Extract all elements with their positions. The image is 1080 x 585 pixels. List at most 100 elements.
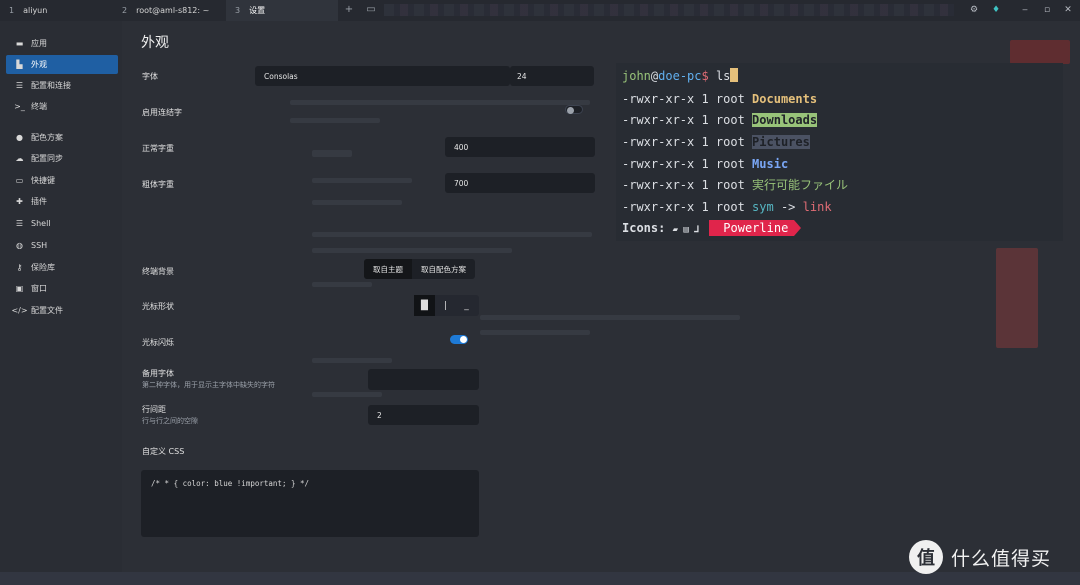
- page-title: 外观: [141, 35, 169, 51]
- powerline-segment: Powerline: [709, 220, 802, 236]
- cursor-beam-option[interactable]: |: [435, 295, 456, 316]
- powerline-label: Powerline: [709, 220, 795, 236]
- color-icon: ●: [16, 133, 23, 142]
- cursor-blink-toggle[interactable]: [450, 335, 468, 344]
- terminal-perm: -rwxr-xr-x 1 root: [622, 178, 753, 192]
- terminal-command: ls: [708, 69, 731, 83]
- ligatures-toggle[interactable]: [565, 105, 583, 114]
- terminal-prompt-symbol: $: [701, 69, 709, 83]
- font-family-input[interactable]: Consolas: [255, 66, 510, 86]
- globe-icon: ◍: [16, 241, 23, 250]
- terminal-prompt-line: john@doe-pc$ ls: [622, 68, 739, 84]
- tab-label: 设置: [249, 6, 266, 15]
- tab-number: 3: [235, 6, 241, 15]
- sidebar-item-label: Shell: [31, 219, 51, 228]
- cursor-shape-label: 光标形状: [142, 302, 174, 311]
- terminal-line: -rwxr-xr-x 1 root sym -> link: [622, 199, 832, 215]
- sidebar-item-label: 应用: [31, 39, 47, 48]
- sidebar-item-label: 外观: [31, 60, 47, 69]
- cursor-block-option[interactable]: █: [414, 295, 435, 316]
- sidebar-item-plugins[interactable]: ✚ 插件: [6, 192, 118, 211]
- folder-db-git-icon: ▰ ▤ ⅃: [672, 225, 700, 235]
- ligatures-label: 启用连结字: [142, 108, 182, 117]
- terminal-perm: -rwxr-xr-x 1 root: [622, 200, 753, 214]
- normal-weight-label: 正常字重: [142, 144, 174, 153]
- close-icon[interactable]: ✕: [1061, 3, 1075, 17]
- sidebar-item-shell[interactable]: ☰ Shell: [6, 214, 118, 233]
- terminal-line: -rwxr-xr-x 1 root Pictures: [622, 134, 810, 150]
- gift-icon[interactable]: ♦: [989, 3, 1003, 17]
- tab-root-shell[interactable]: 2 root@aml-s812: ~: [113, 0, 226, 21]
- terminal-arrow: ->: [773, 200, 803, 214]
- terminal-file-name: Pictures: [752, 135, 810, 149]
- cursor-shape-selector: █ | _: [414, 295, 479, 316]
- sidebar-item-label: 配置文件: [31, 306, 63, 315]
- cursor-underline-option[interactable]: _: [456, 295, 477, 316]
- terminal-user: john: [622, 69, 651, 83]
- sidebar-item-label: 配色方案: [31, 133, 63, 142]
- sidebar-item-ssh[interactable]: ◍ SSH: [6, 236, 118, 255]
- line-spacing-label: 行间距: [142, 405, 166, 414]
- sidebar-item-label: SSH: [31, 241, 48, 250]
- terminal-line: -rwxr-xr-x 1 root Music: [622, 156, 788, 172]
- watermark-logo: 值: [909, 540, 943, 574]
- split-tab-icon[interactable]: ▭: [364, 3, 378, 17]
- terminal-symlink-name: sym: [752, 200, 774, 214]
- custom-css-editor[interactable]: /* * { color: blue !important; } */: [141, 470, 479, 537]
- list-icon: ☰: [15, 219, 24, 228]
- minimize-icon[interactable]: ‒: [1018, 3, 1032, 17]
- terminal-preview: john@doe-pc$ ls -rwxr-xr-x 1 root Docume…: [616, 63, 1063, 241]
- tab-label: aliyun: [23, 6, 48, 15]
- watermark-text: 什么值得买: [951, 547, 1052, 570]
- tab-label: root@aml-s812: ~: [136, 6, 210, 15]
- new-tab-icon[interactable]: +: [342, 3, 356, 17]
- tab-settings[interactable]: 3 设置: [226, 0, 338, 21]
- terminal-perm: -rwxr-xr-x 1 root: [622, 157, 753, 171]
- sidebar-item-label: 配置和连接: [31, 81, 71, 90]
- sidebar-item-color-scheme[interactable]: ● 配色方案: [6, 128, 118, 147]
- sidebar-item-config-file[interactable]: </> 配置文件: [6, 301, 118, 320]
- terminal-icons-line: Icons: ▰ ▤ ⅃ Powerline: [622, 220, 802, 236]
- sidebar-item-hotkeys[interactable]: ▭ 快捷键: [6, 171, 118, 190]
- maximize-icon[interactable]: ▫: [1040, 3, 1054, 17]
- terminal-file-name: Documents: [752, 92, 818, 106]
- normal-weight-input[interactable]: 400: [445, 137, 595, 157]
- terminal-file-name: Music: [752, 157, 789, 171]
- sidebar-item-window[interactable]: ▣ 窗口: [6, 279, 118, 298]
- background-source-selector: 取自主题 取自配色方案: [364, 259, 475, 279]
- window-icon: ▣: [15, 284, 24, 293]
- tab-number: 1: [9, 6, 15, 15]
- terminal-cursor: [730, 68, 739, 82]
- font-label: 字体: [142, 72, 158, 81]
- terminal-file-name: Downloads: [752, 113, 818, 127]
- terminal-symlink-target: link: [802, 200, 832, 214]
- keyboard-icon: ▭: [15, 176, 24, 185]
- sidebar-item-terminal[interactable]: >_ 终端: [6, 97, 118, 116]
- sidebar-item-profiles[interactable]: ☰ 配置和连接: [6, 76, 118, 95]
- bold-weight-input[interactable]: 700: [445, 173, 595, 193]
- settings-gear-icon[interactable]: ⚙: [967, 3, 981, 17]
- terminal-line: -rwxr-xr-x 1 root Downloads: [622, 112, 818, 128]
- palette-icon: ▙: [16, 60, 23, 69]
- font-size-input[interactable]: 24: [510, 66, 594, 86]
- sidebar-item-app[interactable]: ▬ 应用: [6, 34, 118, 53]
- tab-aliyun[interactable]: 1 aliyun: [0, 0, 113, 21]
- puzzle-icon: ✚: [16, 197, 23, 206]
- fallback-font-input[interactable]: [368, 369, 479, 390]
- line-spacing-input[interactable]: 2: [368, 405, 479, 425]
- sidebar-item-label: 保险库: [31, 263, 55, 272]
- sidebar-item-vault[interactable]: ⚷ 保险库: [6, 258, 118, 277]
- code-icon: </>: [11, 306, 28, 315]
- sidebar-item-appearance[interactable]: ▙ 外观: [6, 55, 118, 74]
- bg-from-theme-option[interactable]: 取自主题: [364, 259, 412, 279]
- bg-from-scheme-option[interactable]: 取自配色方案: [412, 259, 475, 279]
- terminal-perm: -rwxr-xr-x 1 root: [622, 113, 753, 127]
- sidebar-item-label: 窗口: [31, 284, 47, 293]
- list-icon: ☰: [15, 81, 24, 90]
- key-icon: ⚷: [16, 263, 23, 272]
- tab-bar: 1 aliyun 2 root@aml-s812: ~ 3 设置 + ▭ ⚙ ♦…: [0, 0, 1080, 21]
- sidebar-item-label: 终端: [31, 102, 47, 111]
- sidebar-item-sync[interactable]: ☁ 配置同步: [6, 149, 118, 168]
- bold-weight-label: 粗体字重: [142, 180, 174, 189]
- terminal-perm: -rwxr-xr-x 1 root: [622, 135, 753, 149]
